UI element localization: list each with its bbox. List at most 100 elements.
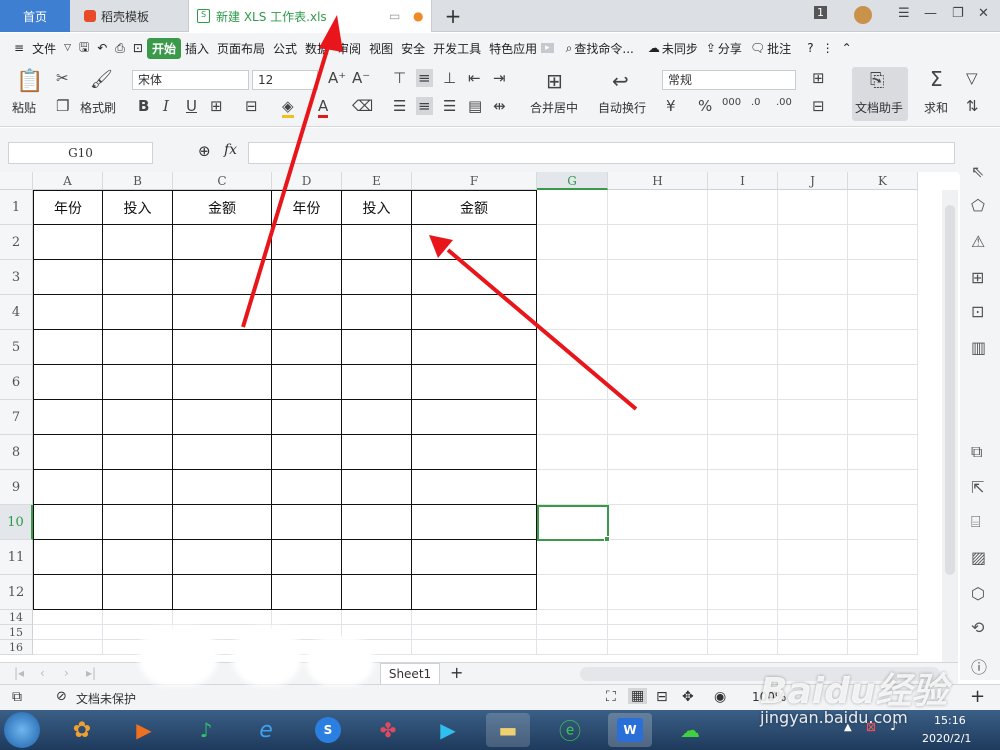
decrease-decimal-icon[interactable]: .00 <box>776 97 792 108</box>
table-cell[interactable] <box>412 625 537 640</box>
table-cell[interactable] <box>708 260 778 295</box>
save-icon[interactable]: 🖫 <box>75 38 93 59</box>
first-sheet-icon[interactable]: |◂ <box>14 666 24 680</box>
table-cell[interactable] <box>342 610 412 625</box>
table-cell[interactable] <box>33 330 103 365</box>
font-size-select[interactable]: 12 <box>252 70 318 90</box>
table-cell[interactable] <box>272 505 342 540</box>
table-cell[interactable] <box>848 625 918 640</box>
table-cell[interactable] <box>103 400 173 435</box>
row-header-5[interactable]: 5 <box>0 330 33 365</box>
row-header-6[interactable]: 6 <box>0 365 33 400</box>
table-cell[interactable] <box>778 575 848 610</box>
bold-icon[interactable]: B <box>138 97 149 115</box>
table-cell[interactable] <box>778 505 848 540</box>
spreadsheet-grid[interactable]: A B C D E F G H I J K 1 年份 投入 金额 年份 投入 金额 2 3 4 5 6 7 8 9 10 11 12 14… <box>0 172 958 662</box>
align-middle-icon[interactable]: ≡ <box>416 69 433 87</box>
help-button[interactable]: ? <box>803 41 817 55</box>
menu-tab-formula[interactable]: 公式 <box>269 40 301 57</box>
column-header-d[interactable]: D <box>272 172 342 190</box>
table-cell[interactable] <box>173 330 272 365</box>
reading-view-icon[interactable]: ✥ <box>682 689 694 705</box>
taskbar-sogou[interactable]: S <box>306 713 350 747</box>
column-header-i[interactable]: I <box>708 172 778 190</box>
table-cell[interactable] <box>412 225 537 260</box>
table-cell[interactable] <box>848 330 918 365</box>
view-switch-icon[interactable]: ⧉ <box>12 689 22 705</box>
active-cell-selection[interactable] <box>537 505 609 541</box>
table-cell[interactable] <box>608 190 708 225</box>
italic-icon[interactable]: I <box>163 97 169 115</box>
table-style-icon[interactable]: ⊞ <box>812 69 825 87</box>
normal-view-icon[interactable]: ▦ <box>628 688 648 704</box>
table-cell[interactable] <box>173 540 272 575</box>
close-icon[interactable]: ✕ <box>978 6 989 21</box>
table-cell[interactable] <box>537 470 608 505</box>
table-cell[interactable] <box>173 505 272 540</box>
table-cell[interactable] <box>708 540 778 575</box>
table-cell[interactable] <box>33 260 103 295</box>
table-cell[interactable] <box>272 575 342 610</box>
more-options-icon[interactable]: ⋮ <box>818 41 838 55</box>
table-cell[interactable] <box>708 400 778 435</box>
column-header-a[interactable]: A <box>33 172 103 190</box>
table-cell[interactable] <box>848 295 918 330</box>
table-cell[interactable] <box>272 330 342 365</box>
table-cell[interactable] <box>778 190 848 225</box>
table-cell[interactable] <box>412 505 537 540</box>
row-header-12[interactable]: 12 <box>0 575 33 610</box>
start-button[interactable] <box>4 712 40 748</box>
column-header-e[interactable]: E <box>342 172 412 190</box>
table-cell[interactable] <box>708 365 778 400</box>
chevron-down-icon[interactable]: ▽ <box>60 43 75 53</box>
menu-tab-insert[interactable]: 插入 <box>181 40 213 57</box>
font-color-icon[interactable]: A <box>318 97 329 118</box>
table-cell[interactable] <box>412 540 537 575</box>
merge-center-button[interactable]: 合并居中 <box>530 99 578 116</box>
table-cell[interactable] <box>103 505 173 540</box>
table-cell[interactable] <box>608 610 708 625</box>
select-icon[interactable]: ⇖ <box>971 162 984 181</box>
table-cell[interactable] <box>537 295 608 330</box>
table-cell[interactable] <box>608 225 708 260</box>
table-cell[interactable] <box>103 470 173 505</box>
table-cell[interactable] <box>342 575 412 610</box>
table-cell[interactable] <box>173 610 272 625</box>
table-cell[interactable] <box>708 625 778 640</box>
paste-icon[interactable]: 📋 <box>16 69 43 94</box>
table-cell[interactable] <box>848 435 918 470</box>
scroll-thumb[interactable] <box>945 205 955 575</box>
menu-tab-special[interactable]: 特色应用 <box>485 40 541 57</box>
table-header-cell[interactable]: 投入 <box>103 190 173 225</box>
align-bottom-icon[interactable]: ⊥ <box>443 69 456 87</box>
table-cell[interactable] <box>272 295 342 330</box>
table-cell[interactable] <box>33 435 103 470</box>
table-header-cell[interactable]: 年份 <box>272 190 342 225</box>
table-cell[interactable] <box>608 540 708 575</box>
indent-right-icon[interactable]: ⇥ <box>493 69 506 87</box>
column-header-b[interactable]: B <box>103 172 173 190</box>
table-cell[interactable] <box>173 435 272 470</box>
row-header-2[interactable]: 2 <box>0 225 33 260</box>
tab-template[interactable]: 稻壳模板 <box>72 0 184 32</box>
table-cell[interactable] <box>708 470 778 505</box>
merge-center-icon[interactable]: ⊞ <box>546 69 563 93</box>
tab-current-file[interactable]: S 新建 XLS 工作表.xls ▭ ● <box>188 0 432 32</box>
table-cell[interactable] <box>173 400 272 435</box>
avatar[interactable] <box>854 6 872 24</box>
row-header-1[interactable]: 1 <box>0 190 33 225</box>
taskbar-explorer[interactable]: ▬ <box>486 713 530 747</box>
table-cell[interactable] <box>33 505 103 540</box>
app-grid-icon[interactable]: ⊡ <box>971 302 984 321</box>
table-cell[interactable] <box>103 435 173 470</box>
hamburger-icon[interactable]: ≡ <box>10 41 28 55</box>
table-cell[interactable] <box>848 610 918 625</box>
taskbar-player[interactable]: ▶ <box>426 713 470 747</box>
table-cell[interactable] <box>103 260 173 295</box>
table-cell[interactable] <box>412 400 537 435</box>
help-icon[interactable]: ⓘ <box>971 654 987 678</box>
table-cell[interactable] <box>342 365 412 400</box>
table-cell[interactable] <box>708 575 778 610</box>
table-cell[interactable] <box>412 330 537 365</box>
cut-icon[interactable]: ✂ <box>56 69 69 87</box>
